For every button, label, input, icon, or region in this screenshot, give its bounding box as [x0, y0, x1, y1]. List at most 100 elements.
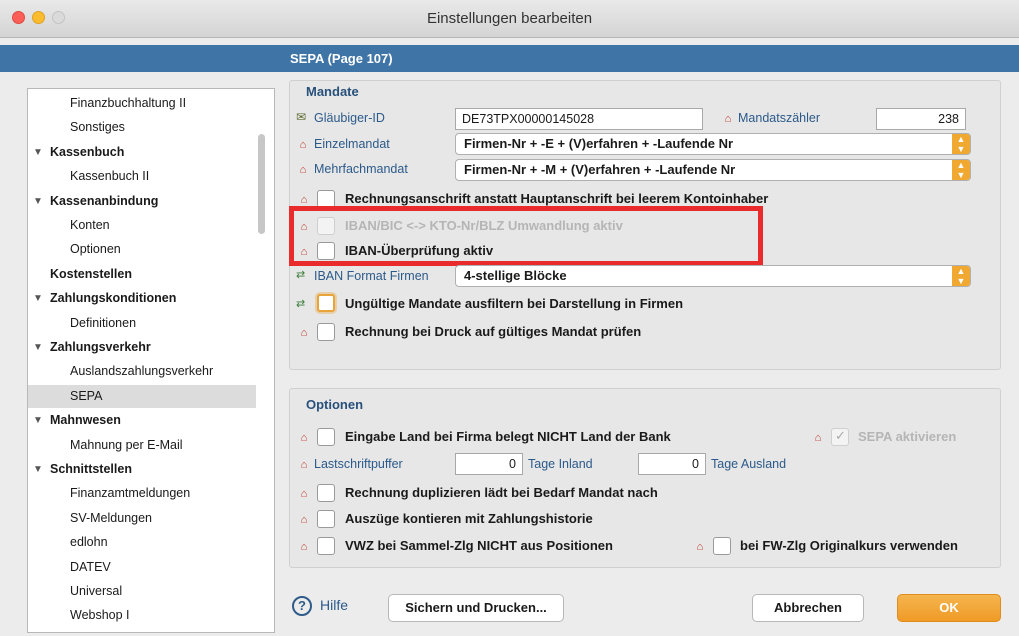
- eingabe-land-label: Eingabe Land bei Firma belegt NICHT Land…: [345, 429, 671, 444]
- tage-inland-input[interactable]: 0: [455, 453, 523, 475]
- house-icon: ⌂: [300, 514, 308, 526]
- ungueltige-mandate-label: Ungültige Mandate ausfiltern bei Darstel…: [345, 296, 684, 311]
- sidebar-item[interactable]: Universal: [28, 580, 256, 603]
- house-icon: ⌂: [696, 541, 704, 553]
- disclosure-triangle-icon[interactable]: ▼: [33, 409, 43, 432]
- help-icon[interactable]: ?: [292, 596, 312, 616]
- cancel-button[interactable]: Abbrechen: [752, 594, 864, 622]
- page-title: SEPA (Page 107): [290, 51, 393, 66]
- sidebar-item[interactable]: Finanzamtmeldungen: [28, 482, 256, 505]
- mandatszaehler-label: Mandatszähler: [738, 111, 820, 125]
- sidebar-item[interactable]: ▼ Kassenanbindung: [28, 190, 256, 213]
- sidebar-item-label: Konten: [70, 218, 110, 232]
- house-icon: ⌂: [724, 113, 732, 125]
- rechnung-druck-checkbox[interactable]: [317, 323, 335, 341]
- tage-ausland-input[interactable]: 0: [638, 453, 706, 475]
- sidebar-item[interactable]: ▼ Schnittstellen: [28, 458, 256, 481]
- sidebar-item[interactable]: Sonstiges: [28, 116, 256, 139]
- house-icon: ⌂: [300, 432, 308, 444]
- einzelmandat-select[interactable]: Firmen-Nr + -E + (V)erfahren + -Laufende…: [455, 133, 971, 155]
- save-and-print-button[interactable]: Sichern und Drucken...: [388, 594, 564, 622]
- sidebar-item[interactable]: Kostenstellen: [28, 263, 256, 286]
- sidebar-item-label: Kassenanbindung: [50, 193, 159, 208]
- sidebar-item[interactable]: Definitionen: [28, 312, 256, 335]
- mehrfachmandat-select[interactable]: Firmen-Nr + -M + (V)erfahren + -Laufende…: [455, 159, 971, 181]
- sidebar-item[interactable]: SV-Meldungen: [28, 507, 256, 530]
- sidebar-item-label: Webshop I: [70, 608, 130, 623]
- house-icon: ⌂: [299, 139, 307, 151]
- sidebar-item-label: Schnittstellen: [50, 462, 132, 476]
- sidebar-item[interactable]: ▼ Zahlungsverkehr: [28, 336, 256, 359]
- disclosure-triangle-icon[interactable]: ▼: [33, 190, 43, 213]
- iban-format-value: 4-stellige Blöcke: [464, 268, 567, 283]
- disclosure-triangle-icon[interactable]: ▼: [33, 336, 43, 359]
- ungueltige-mandate-checkbox[interactable]: [317, 294, 335, 312]
- sidebar-item-label: Zahlungskonditionen: [50, 291, 177, 306]
- sidebar-item-label: Definitionen: [70, 315, 137, 330]
- sidebar-item-label: Auslandszahlungsverkehr: [70, 364, 214, 379]
- sidebar-item[interactable]: Optionen: [28, 238, 256, 261]
- sepa-aktivieren-checkbox[interactable]: ✓: [831, 428, 849, 446]
- settings-sidebar[interactable]: Finanzbuchhaltung II Sonstiges ▼ Kassenbuch…: [27, 88, 275, 633]
- sidebar-scrollbar[interactable]: [258, 134, 265, 234]
- einzelmandat-label: Einzelmandat: [314, 137, 390, 151]
- sidebar-item-label: Kassenbuch: [50, 144, 125, 159]
- optionen-title: Optionen: [306, 397, 364, 412]
- sidebar-item-label: edlohn: [70, 535, 108, 550]
- fw-zlg-checkbox[interactable]: [713, 537, 731, 555]
- sidebar-item[interactable]: Auslandszahlungsverkehr: [28, 360, 256, 383]
- iban-format-select[interactable]: 4-stellige Blöcke ▲ ▼: [455, 265, 971, 287]
- sidebar-item-label: Kassenbuch II: [70, 169, 150, 184]
- sidebar-item[interactable]: edlohn: [28, 531, 256, 554]
- house-icon: ⌂: [299, 164, 307, 176]
- sidebar-item-label: Finanzbuchhaltung II: [70, 96, 187, 110]
- ok-button[interactable]: OK: [897, 594, 1001, 622]
- disclosure-triangle-icon[interactable]: ▼: [33, 287, 43, 310]
- sidebar-item-label: Finanzamtmeldungen: [70, 486, 191, 501]
- select-arrows-icon: ▲ ▼: [952, 266, 970, 286]
- help-link[interactable]: Hilfe: [320, 597, 348, 613]
- rechnung-duplizieren-checkbox[interactable]: [317, 484, 335, 502]
- house-icon: ⌂: [300, 194, 308, 206]
- einzelmandat-value: Firmen-Nr + -E + (V)erfahren + -Laufende…: [464, 136, 734, 151]
- rechnungsanschrift-label: Rechnungsanschrift anstatt Hauptanschrif…: [345, 191, 769, 206]
- vwz-sammel-checkbox[interactable]: [317, 537, 335, 555]
- sidebar-item[interactable]: DATEV: [28, 556, 256, 579]
- lastschriftpuffer-label: Lastschriftpuffer: [314, 457, 403, 471]
- sidebar-item-label: Sonstiges: [70, 120, 125, 135]
- link-arrow-icon: ⇄: [296, 298, 306, 310]
- sidebar-item[interactable]: Kassenbuch II: [28, 165, 256, 188]
- sidebar-item[interactable]: Finanzbuchhaltung II: [28, 92, 256, 115]
- eingabe-land-checkbox[interactable]: [317, 428, 335, 446]
- glaeubiger-id-label: Gläubiger-ID: [314, 111, 385, 125]
- sidebar-item-label: Kostenstellen: [50, 266, 132, 281]
- sidebar-item[interactable]: Mahnung per E-Mail: [28, 434, 256, 457]
- disclosure-triangle-icon[interactable]: ▼: [33, 141, 43, 164]
- sidebar-item-label: Universal: [70, 584, 123, 598]
- sidebar-item[interactable]: ▼ Kassenbuch: [28, 141, 256, 164]
- title-bar: Einstellungen bearbeiten: [0, 0, 1019, 38]
- sidebar-item[interactable]: SEPA: [28, 384, 256, 408]
- auszuege-kontieren-label: Auszüge kontieren mit Zahlungshistorie: [345, 511, 593, 526]
- highlight-annotation: [289, 206, 763, 266]
- house-icon: ⌂: [300, 541, 308, 553]
- tage-inland-label: Tage Inland: [528, 457, 593, 471]
- mandatszaehler-input[interactable]: 238: [876, 108, 966, 130]
- mandate-title: Mandate: [306, 84, 359, 99]
- house-icon: ⌂: [814, 432, 822, 444]
- rechnung-druck-label: Rechnung bei Druck auf gültiges Mandat p…: [345, 324, 642, 339]
- house-icon: ⌂: [300, 459, 308, 471]
- sidebar-item[interactable]: Konten: [28, 214, 256, 237]
- sidebar-item-label: Mahnwesen: [50, 413, 121, 428]
- house-icon: ⌂: [300, 488, 308, 500]
- sidebar-item[interactable]: ▼ Mahnwesen: [28, 409, 256, 432]
- sidebar-item[interactable]: ▼ Zahlungskonditionen: [28, 287, 256, 310]
- sidebar-item-label: SV-Meldungen: [70, 510, 153, 525]
- sidebar-item[interactable]: Webshop I: [28, 604, 256, 627]
- mehrfachmandat-label: Mehrfachmandat: [314, 162, 408, 176]
- rechnung-duplizieren-label: Rechnung duplizieren lädt bei Bedarf Man…: [345, 485, 658, 500]
- auszuege-kontieren-checkbox[interactable]: [317, 510, 335, 528]
- sidebar-item[interactable]: Webshop II: [28, 629, 256, 632]
- glaeubiger-id-input[interactable]: DE73TPX00000145028: [455, 108, 703, 130]
- disclosure-triangle-icon[interactable]: ▼: [33, 458, 43, 481]
